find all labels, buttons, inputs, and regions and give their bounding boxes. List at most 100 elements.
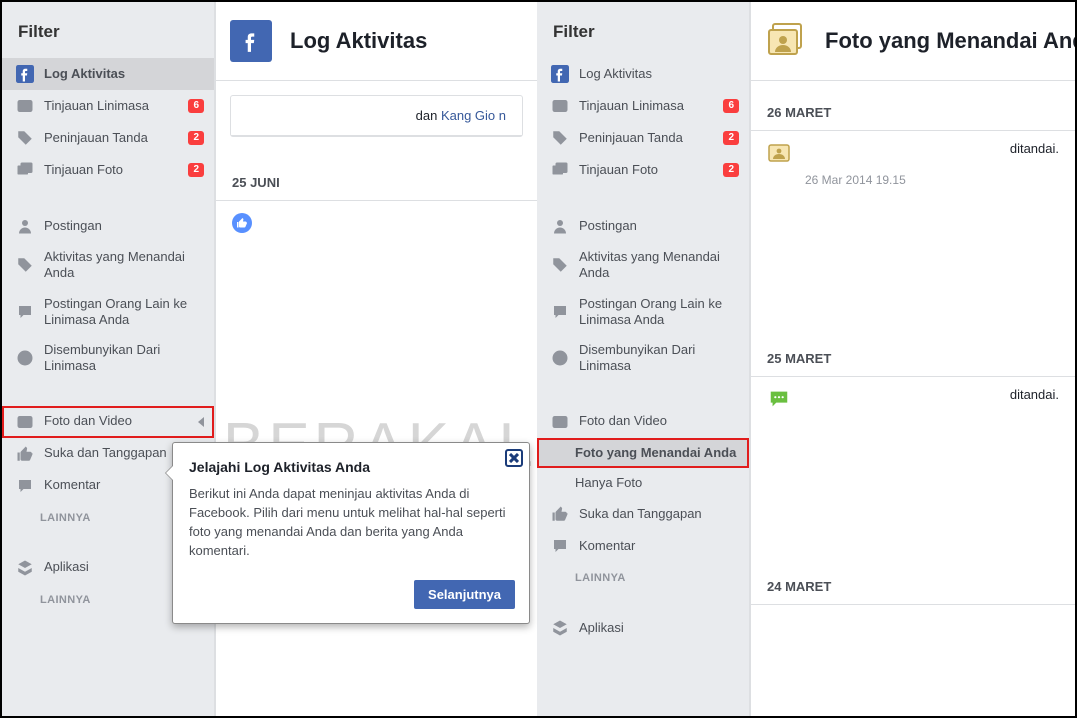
photos-icon xyxy=(16,413,34,431)
sidebar-item-postingan[interactable]: Postingan xyxy=(537,210,749,242)
date-heading: 25 JUNI xyxy=(216,151,537,201)
page-title: Foto yang Menandai Anda xyxy=(825,28,1075,54)
sidebar-item-hanya-foto[interactable]: Hanya Foto xyxy=(537,468,749,498)
like-icon xyxy=(551,505,569,523)
entry-text: ditandai. xyxy=(805,141,1059,156)
sidebar-item-peninjauan-tanda[interactable]: Peninjauan Tanda 2 xyxy=(537,122,749,154)
sidebar-item-label: Tinjauan Linimasa xyxy=(579,98,723,114)
right-sidebar: Filter Log Aktivitas Tinjauan Linimasa 6… xyxy=(537,2,750,716)
sidebar-item-aktivitas-tag[interactable]: Aktivitas yang Menandai Anda xyxy=(537,242,749,289)
sidebar-item-peninjauan-tanda[interactable]: Peninjauan Tanda 2 xyxy=(2,122,214,154)
sidebar-item-postingan-orang-lain[interactable]: Postingan Orang Lain ke Linimasa Anda xyxy=(2,289,214,336)
sidebar-item-label: Aplikasi xyxy=(579,620,739,636)
speech-icon xyxy=(551,303,569,321)
popover-arrow xyxy=(165,465,173,481)
sidebar-item-label: Disembunyikan Dari Linimasa xyxy=(579,342,739,375)
comment-thumb-icon xyxy=(767,387,791,411)
sidebar-more-1[interactable]: LAINNYA xyxy=(537,562,749,588)
timeline-review-icon xyxy=(16,97,34,115)
right-main: Foto yang Menandai Anda 26 MARET ditanda… xyxy=(750,2,1075,716)
close-button[interactable] xyxy=(505,449,523,467)
sidebar-item-label: Aktivitas yang Menandai Anda xyxy=(579,249,739,282)
sidebar-item-label: Foto yang Menandai Anda xyxy=(575,445,739,461)
sidebar-item-label: Tinjauan Linimasa xyxy=(44,98,188,114)
sidebar-item-foto-dan-video[interactable]: Foto dan Video xyxy=(2,406,214,438)
sidebar-item-label: Postingan Orang Lain ke Linimasa Anda xyxy=(579,296,739,329)
page-header: Log Aktivitas xyxy=(216,2,537,81)
sidebar-item-disembunyikan[interactable]: Disembunyikan Dari Linimasa xyxy=(2,335,214,382)
comment-icon xyxy=(16,477,34,495)
sidebar-item-label: Peninjauan Tanda xyxy=(44,130,188,146)
apps-icon xyxy=(16,559,34,577)
sidebar-item-label: Tinjauan Foto xyxy=(44,162,188,178)
sidebar-item-label: Log Aktivitas xyxy=(579,66,739,82)
photos-icon xyxy=(551,413,569,431)
date-heading: 25 MARET xyxy=(751,327,1075,377)
tagged-photos-icon xyxy=(765,20,807,62)
sidebar-item-label: Postingan xyxy=(579,218,739,234)
snippet-prefix: dan xyxy=(416,108,441,123)
sidebar-item-komentar[interactable]: Komentar xyxy=(537,530,749,562)
sidebar-item-label: Aktivitas yang Menandai Anda xyxy=(44,249,204,282)
sidebar-item-foto-menandai[interactable]: Foto yang Menandai Anda xyxy=(537,438,749,468)
sidebar-item-aplikasi[interactable]: Aplikasi xyxy=(537,612,749,644)
badge: 6 xyxy=(188,99,204,114)
activity-card: dan Kang Gio n xyxy=(230,95,523,137)
sidebar-item-foto-dan-video[interactable]: Foto dan Video xyxy=(537,406,749,438)
sidebar-item-disembunyikan[interactable]: Disembunyikan Dari Linimasa xyxy=(537,335,749,382)
apps-icon xyxy=(551,619,569,637)
date-heading: 26 MARET xyxy=(751,81,1075,131)
sidebar-item-label: Suka dan Tanggapan xyxy=(579,506,739,522)
person-icon xyxy=(16,217,34,235)
badge: 2 xyxy=(723,131,739,146)
chevron-left-icon xyxy=(198,417,204,427)
sidebar-item-tinjauan-foto[interactable]: Tinjauan Foto 2 xyxy=(2,154,214,186)
sidebar-item-label: Postingan xyxy=(44,218,204,234)
tag-icon xyxy=(551,256,569,274)
facebook-logo xyxy=(230,20,272,62)
sidebar-item-label: Tinjauan Foto xyxy=(579,162,723,178)
sidebar-item-log-aktivitas[interactable]: Log Aktivitas xyxy=(2,58,214,90)
feed-entry[interactable]: ditandai. xyxy=(751,377,1075,415)
sidebar-item-label: Foto dan Video xyxy=(44,413,194,429)
badge: 2 xyxy=(723,163,739,178)
entry-timestamp: 26 Mar 2014 19.15 xyxy=(751,169,1075,327)
tag-review-icon xyxy=(16,129,34,147)
facebook-icon xyxy=(551,65,569,83)
snippet-link[interactable]: Kang Gio n xyxy=(441,108,506,123)
badge: 2 xyxy=(188,163,204,178)
photo-review-icon xyxy=(551,161,569,179)
popover-body: Berikut ini Anda dapat meninjau aktivita… xyxy=(173,485,529,580)
sidebar-item-tinjauan-linimasa[interactable]: Tinjauan Linimasa 6 xyxy=(2,90,214,122)
like-reaction-icon xyxy=(232,213,252,233)
like-icon xyxy=(16,445,34,463)
badge: 6 xyxy=(723,99,739,114)
next-button[interactable]: Selanjutnya xyxy=(414,580,515,609)
sidebar-item-postingan-orang-lain[interactable]: Postingan Orang Lain ke Linimasa Anda xyxy=(537,289,749,336)
entry-text: ditandai. xyxy=(805,387,1059,402)
page-header: Foto yang Menandai Anda xyxy=(751,2,1075,81)
sidebar-item-suka[interactable]: Suka dan Tanggapan xyxy=(537,498,749,530)
tag-review-icon xyxy=(551,129,569,147)
sidebar-item-tinjauan-linimasa[interactable]: Tinjauan Linimasa 6 xyxy=(537,90,749,122)
timeline-review-icon xyxy=(551,97,569,115)
photo-review-icon xyxy=(16,161,34,179)
speech-icon xyxy=(16,303,34,321)
blocked-icon xyxy=(551,349,569,367)
sidebar-item-label: Log Aktivitas xyxy=(44,66,204,82)
sidebar-item-label: Peninjauan Tanda xyxy=(579,130,723,146)
sidebar-item-label: Postingan Orang Lain ke Linimasa Anda xyxy=(44,296,204,329)
sidebar-item-label: Hanya Foto xyxy=(575,475,739,491)
page-title: Log Aktivitas xyxy=(290,28,427,54)
sidebar-item-aktivitas-tag[interactable]: Aktivitas yang Menandai Anda xyxy=(2,242,214,289)
feed-entry[interactable]: ditandai. xyxy=(751,131,1075,169)
card-snippet: dan Kang Gio n xyxy=(231,96,522,136)
sidebar-item-tinjauan-foto[interactable]: Tinjauan Foto 2 xyxy=(537,154,749,186)
sidebar-item-postingan[interactable]: Postingan xyxy=(2,210,214,242)
sidebar-item-label: Foto dan Video xyxy=(579,413,739,429)
facebook-icon xyxy=(16,65,34,83)
date-heading: 24 MARET xyxy=(751,555,1075,605)
tag-icon xyxy=(16,256,34,274)
popover-title: Jelajahi Log Aktivitas Anda xyxy=(173,443,529,485)
sidebar-item-log-aktivitas[interactable]: Log Aktivitas xyxy=(537,58,749,90)
